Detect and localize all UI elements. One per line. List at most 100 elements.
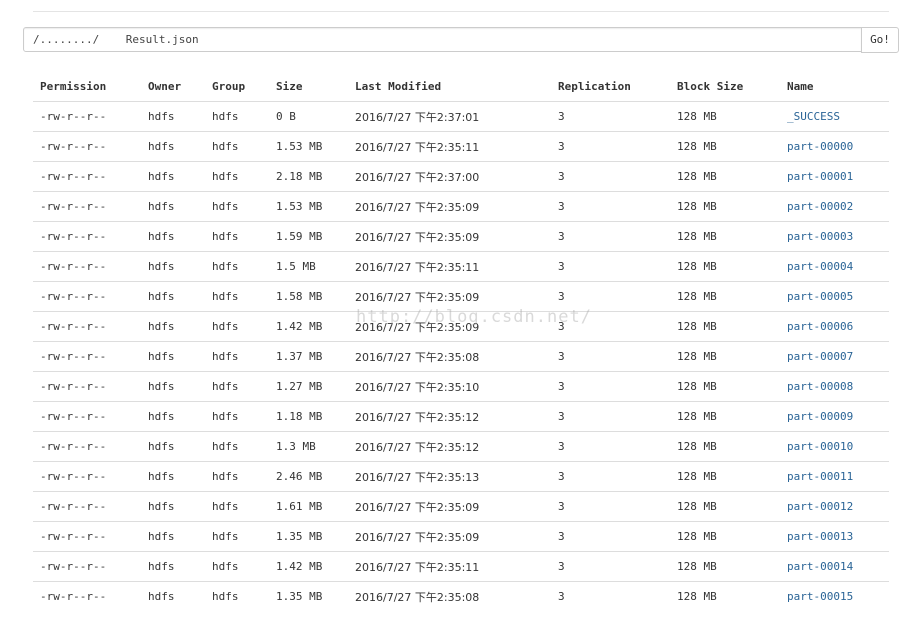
column-header-block-size[interactable]: Block Size (670, 71, 780, 102)
table-row: -rw-r--r-- hdfs hdfs 2.18 MB 2016/7/27 下午2:3… (33, 161, 889, 192)
last-modified-cell: 2016/7/27 下午2:35:09 (348, 311, 551, 342)
permission-cell: -rw-r--r-- (33, 491, 141, 522)
file-rows: -rw-r--r-- hdfs hdfs 0 B 2016/7/27 下午2:37:01… (33, 101, 889, 612)
name-cell: part-00000 (780, 131, 889, 162)
last-modified-cell: 2016/7/27 下午2:35:11 (348, 251, 551, 282)
name-cell: part-00012 (780, 491, 889, 522)
file-name-link[interactable]: part-00004 (787, 260, 853, 273)
file-name-link[interactable]: part-00002 (787, 200, 853, 213)
go-button[interactable]: Go! (861, 27, 899, 53)
file-name-link[interactable]: part-00014 (787, 560, 853, 573)
file-name-link[interactable]: part-00008 (787, 380, 853, 393)
table-header-row: Permission Owner Group Size Last Modifie… (33, 71, 889, 102)
owner-cell: hdfs (141, 251, 205, 282)
name-cell: part-00006 (780, 311, 889, 342)
replication-cell: 3 (551, 191, 670, 222)
permission-cell: -rw-r--r-- (33, 191, 141, 222)
file-name-link[interactable]: part-00000 (787, 140, 853, 153)
owner-cell: hdfs (141, 101, 205, 132)
column-header-replication[interactable]: Replication (551, 71, 670, 102)
table-row: -rw-r--r-- hdfs hdfs 1.53 MB 2016/7/27 下午2:3… (33, 131, 889, 162)
block-size-cell: 128 MB (670, 551, 780, 582)
name-cell: part-00007 (780, 341, 889, 372)
file-name-link[interactable]: part-00010 (787, 440, 853, 453)
file-name-link[interactable]: part-00006 (787, 320, 853, 333)
name-cell: part-00014 (780, 551, 889, 582)
name-cell: part-00015 (780, 582, 889, 612)
table-row: -rw-r--r-- hdfs hdfs 1.18 MB 2016/7/27 下午2:3… (33, 401, 889, 432)
file-name-link[interactable]: part-00001 (787, 170, 853, 183)
size-cell: 0 B (269, 101, 348, 132)
top-divider (33, 11, 889, 12)
column-header-name[interactable]: Name (780, 71, 889, 102)
permission-cell: -rw-r--r-- (33, 401, 141, 432)
permission-cell: -rw-r--r-- (33, 371, 141, 402)
replication-cell: 3 (551, 431, 670, 462)
table-row: -rw-r--r-- hdfs hdfs 1.3 MB 2016/7/27 下午2:35… (33, 431, 889, 462)
file-name-link[interactable]: part-00009 (787, 410, 853, 423)
last-modified-cell: 2016/7/27 下午2:37:01 (348, 101, 551, 132)
size-cell: 1.35 MB (269, 521, 348, 552)
directory-path-input[interactable] (23, 27, 862, 52)
permission-cell: -rw-r--r-- (33, 281, 141, 312)
name-cell: part-00001 (780, 161, 889, 192)
block-size-cell: 128 MB (670, 131, 780, 162)
file-name-link[interactable]: part-00003 (787, 230, 853, 243)
group-cell: hdfs (205, 281, 269, 312)
file-name-link[interactable]: part-00005 (787, 290, 853, 303)
owner-cell: hdfs (141, 371, 205, 402)
group-cell: hdfs (205, 431, 269, 462)
column-header-group[interactable]: Group (205, 71, 269, 102)
name-cell: part-00002 (780, 191, 889, 222)
last-modified-cell: 2016/7/27 下午2:35:11 (348, 131, 551, 162)
file-name-link[interactable]: part-00013 (787, 530, 853, 543)
size-cell: 1.58 MB (269, 281, 348, 312)
file-name-link[interactable]: part-00012 (787, 500, 853, 513)
table-row: -rw-r--r-- hdfs hdfs 1.61 MB 2016/7/27 下午2:3… (33, 491, 889, 522)
last-modified-cell: 2016/7/27 下午2:35:09 (348, 281, 551, 312)
group-cell: hdfs (205, 101, 269, 132)
name-cell: part-00013 (780, 521, 889, 552)
size-cell: 2.46 MB (269, 461, 348, 492)
file-listing-table: Permission Owner Group Size Last Modifie… (33, 71, 889, 611)
owner-cell: hdfs (141, 131, 205, 162)
table-row: -rw-r--r-- hdfs hdfs 1.42 MB 2016/7/27 下午2:3… (33, 311, 889, 342)
block-size-cell: 128 MB (670, 401, 780, 432)
name-cell: part-00009 (780, 401, 889, 432)
size-cell: 1.37 MB (269, 341, 348, 372)
block-size-cell: 128 MB (670, 311, 780, 342)
file-name-link[interactable]: part-00011 (787, 470, 853, 483)
last-modified-cell: 2016/7/27 下午2:35:12 (348, 401, 551, 432)
replication-cell: 3 (551, 491, 670, 522)
replication-cell: 3 (551, 401, 670, 432)
file-name-link[interactable]: _SUCCESS (787, 110, 840, 123)
column-header-size[interactable]: Size (269, 71, 348, 102)
column-header-last-modified[interactable]: Last Modified (348, 71, 551, 102)
last-modified-cell: 2016/7/27 下午2:35:09 (348, 221, 551, 252)
size-cell: 1.42 MB (269, 551, 348, 582)
block-size-cell: 128 MB (670, 491, 780, 522)
column-header-owner[interactable]: Owner (141, 71, 205, 102)
size-cell: 2.18 MB (269, 161, 348, 192)
file-name-link[interactable]: part-00015 (787, 590, 853, 603)
group-cell: hdfs (205, 521, 269, 552)
last-modified-cell: 2016/7/27 下午2:35:10 (348, 371, 551, 402)
group-cell: hdfs (205, 461, 269, 492)
permission-cell: -rw-r--r-- (33, 431, 141, 462)
block-size-cell: 128 MB (670, 251, 780, 282)
owner-cell: hdfs (141, 521, 205, 552)
block-size-cell: 128 MB (670, 461, 780, 492)
block-size-cell: 128 MB (677, 590, 717, 603)
replication-cell: 3 (551, 461, 670, 492)
owner-cell: hdfs (141, 461, 205, 492)
permission-cell: -rw-r--r-- (33, 461, 141, 492)
replication-cell: 3 (551, 251, 670, 282)
size-cell: 1.18 MB (269, 401, 348, 432)
file-name-link[interactable]: part-00007 (787, 350, 853, 363)
group-cell: hdfs (205, 221, 269, 252)
permission-cell: -rw-r--r-- (40, 590, 107, 603)
last-modified-cell: 2016/7/27 下午2:37:00 (348, 161, 551, 192)
permission-cell: -rw-r--r-- (33, 161, 141, 192)
column-header-permission[interactable]: Permission (33, 71, 141, 102)
name-cell: _SUCCESS (780, 101, 889, 132)
